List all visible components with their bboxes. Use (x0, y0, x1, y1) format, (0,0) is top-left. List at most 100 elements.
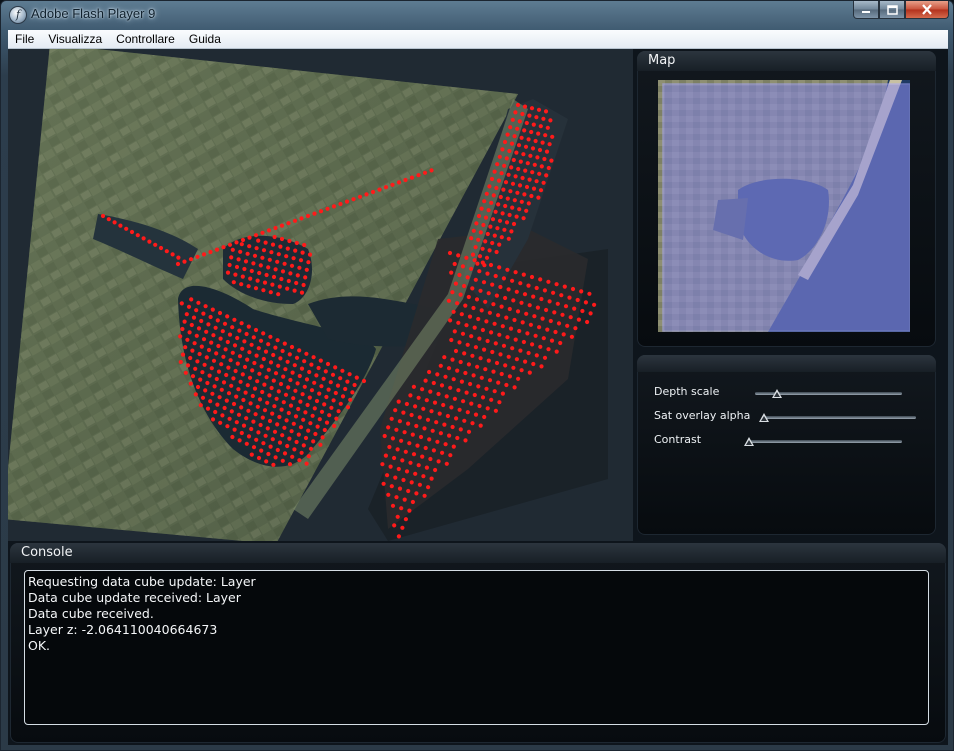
data-point (492, 233, 497, 238)
data-point (462, 418, 467, 423)
data-point (242, 339, 247, 344)
data-point (542, 288, 548, 293)
minimize-icon (862, 10, 870, 13)
data-point (275, 447, 280, 453)
data-point (494, 360, 500, 366)
data-point (243, 259, 249, 264)
menu-file[interactable]: File (8, 30, 41, 48)
data-point (382, 433, 387, 439)
data-point (307, 252, 313, 257)
maximize-button[interactable] (879, 1, 905, 19)
data-point (519, 135, 524, 140)
data-point (237, 328, 242, 333)
depth-scale-thumb[interactable] (772, 389, 783, 398)
data-point (304, 461, 309, 466)
sat-overlay-alpha-thumb[interactable] (759, 413, 769, 422)
data-point (307, 395, 312, 400)
data-point (322, 427, 327, 433)
data-point (409, 480, 414, 485)
data-point (178, 334, 183, 339)
data-point (245, 357, 250, 362)
data-point (433, 467, 438, 473)
data-point (423, 445, 428, 451)
data-point (479, 375, 484, 380)
data-point (501, 187, 506, 192)
menu-controllare[interactable]: Controllare (109, 30, 182, 48)
data-point (427, 369, 432, 375)
mini-map[interactable] (658, 80, 910, 332)
data-point (494, 185, 499, 191)
contrast-thumb[interactable] (744, 437, 754, 446)
data-point (240, 274, 245, 279)
data-point (501, 276, 506, 281)
data-point (569, 334, 575, 339)
data-point (575, 297, 580, 303)
data-point (196, 300, 201, 305)
data-point (396, 534, 401, 539)
main-map-view[interactable] (8, 49, 633, 541)
data-point (533, 138, 538, 144)
data-point (278, 244, 283, 249)
menu-guida[interactable]: Guida (182, 30, 228, 48)
data-point (256, 346, 261, 351)
data-point (570, 286, 576, 292)
close-button[interactable] (905, 1, 949, 19)
data-point (410, 432, 415, 437)
data-point (124, 226, 129, 231)
data-point (270, 242, 276, 247)
data-point (505, 267, 510, 272)
data-point (397, 419, 402, 424)
data-point (268, 444, 273, 449)
data-point (480, 246, 485, 251)
data-point (496, 202, 501, 207)
data-point (273, 455, 278, 460)
menu-visualizza[interactable]: Visualizza (41, 30, 109, 48)
data-point (322, 402, 327, 407)
data-point (504, 382, 509, 388)
data-point (476, 237, 481, 242)
data-point (211, 333, 216, 338)
data-point (242, 266, 247, 272)
data-point (499, 235, 504, 240)
data-point (565, 323, 570, 328)
data-point (332, 423, 337, 429)
data-point (484, 191, 489, 196)
data-point (285, 246, 290, 251)
data-point (431, 380, 436, 386)
data-point (205, 380, 210, 386)
data-point (513, 174, 518, 179)
data-point (560, 312, 565, 317)
data-point (324, 420, 330, 425)
minimize-button[interactable] (853, 1, 879, 19)
data-point (546, 165, 551, 171)
data-point (530, 170, 535, 175)
data-point (484, 319, 489, 324)
data-point (512, 385, 517, 390)
data-point (188, 381, 193, 386)
data-point (441, 402, 446, 408)
data-point (500, 391, 505, 396)
data-point (288, 377, 293, 383)
data-point (261, 331, 266, 336)
data-point (492, 321, 497, 326)
data-point (447, 250, 453, 256)
contrast-slider[interactable] (749, 440, 902, 443)
data-point (457, 407, 462, 412)
console-output[interactable]: Requesting data cube update: Layer Data … (24, 570, 929, 725)
data-point (392, 523, 397, 528)
title-bar[interactable]: f Adobe Flash Player 9 (1, 1, 954, 29)
data-point (225, 424, 230, 429)
data-point (305, 213, 311, 219)
data-point (344, 199, 350, 204)
data-point (279, 276, 284, 282)
data-point (524, 311, 529, 316)
sat-overlay-alpha-slider[interactable] (764, 416, 916, 419)
data-point (318, 358, 323, 363)
data-point (201, 311, 206, 316)
data-point (253, 412, 258, 417)
data-point (272, 429, 278, 434)
data-point (300, 250, 305, 255)
data-point (195, 384, 201, 390)
data-point (459, 312, 464, 317)
data-point (523, 168, 528, 173)
